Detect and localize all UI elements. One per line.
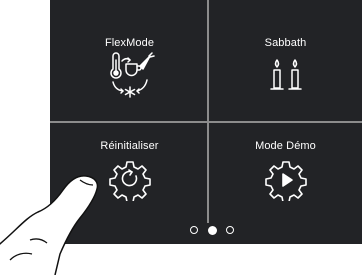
pointing-hand (0, 175, 99, 275)
demo-mode-label: Mode Démo (255, 140, 316, 152)
sabbath-label: Sabbath (264, 37, 307, 49)
page-dot-3[interactable] (226, 226, 234, 234)
sabbath-tile[interactable]: Sabbath (209, 0, 362, 121)
demo-mode-tile[interactable]: Mode Démo (209, 123, 362, 223)
reset-label: Réinitialiser (100, 140, 159, 152)
page-dot-1[interactable] (190, 226, 198, 234)
flexmode-tile[interactable]: FlexMode (52, 0, 207, 121)
demo-play-gear-icon (264, 161, 307, 201)
flexmode-label: FlexMode (104, 37, 155, 49)
sabbath-candles-icon (269, 59, 302, 90)
page-dot-2-active[interactable] (207, 225, 217, 235)
flexmode-icon (109, 52, 155, 98)
page-indicator (188, 224, 240, 236)
